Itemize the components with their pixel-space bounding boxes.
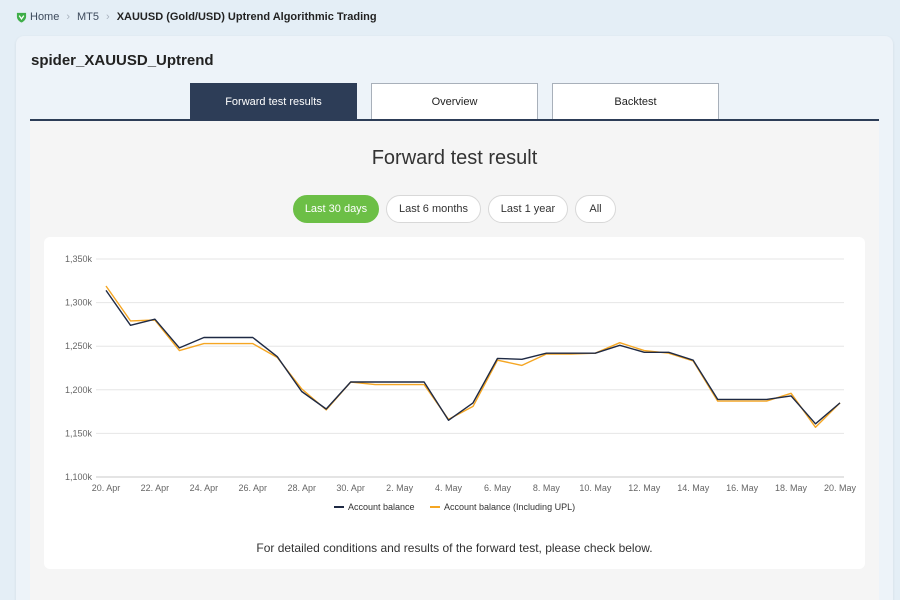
x-tick-label: 20. May <box>824 483 857 493</box>
x-tick-label: 2. May <box>386 483 414 493</box>
x-tick-label: 18. May <box>775 483 808 493</box>
breadcrumb-separator: › <box>66 11 71 23</box>
x-tick-label: 26. Apr <box>239 483 268 493</box>
tab-overview[interactable]: Overview <box>371 83 538 119</box>
x-tick-label: 30. Apr <box>336 483 365 493</box>
y-tick-label: 1,150k <box>65 428 93 438</box>
tab-forward-test-results[interactable]: Forward test results <box>190 83 357 119</box>
tab-backtest[interactable]: Backtest <box>552 83 719 119</box>
breadcrumb: Home › MT5 › XAUUSD (Gold/USD) Uptrend A… <box>16 9 377 25</box>
y-tick-label: 1,100k <box>65 472 93 482</box>
y-tick-label: 1,300k <box>65 298 93 308</box>
range-last-30-days-button[interactable]: Last 30 days <box>293 195 379 223</box>
x-tick-label: 22. Apr <box>141 483 170 493</box>
x-tick-label: 28. Apr <box>287 483 316 493</box>
legend-item-account-balance-upl: Account balance (Including UPL) <box>444 502 575 512</box>
breadcrumb-separator: › <box>106 11 110 23</box>
range-last-1-year-button[interactable]: Last 1 year <box>488 195 568 223</box>
x-tick-label: 6. May <box>484 483 512 493</box>
legend-item-account-balance: Account balance <box>348 502 415 512</box>
x-tick-label: 16. May <box>726 483 759 493</box>
range-all-button[interactable]: All <box>575 195 616 223</box>
breadcrumb-mt5-link[interactable]: MT5 <box>77 11 99 23</box>
breadcrumb-home-link[interactable]: Home <box>30 11 59 23</box>
range-last-6-months-button[interactable]: Last 6 months <box>386 195 481 223</box>
ea-title: spider_XAUUSD_Uptrend <box>31 52 214 69</box>
x-tick-label: 12. May <box>628 483 661 493</box>
x-tick-label: 4. May <box>435 483 463 493</box>
x-tick-label: 10. May <box>579 483 612 493</box>
section-title: Forward test result <box>371 147 538 169</box>
y-tick-label: 1,200k <box>65 385 93 395</box>
series-line-account-balance <box>105 289 841 425</box>
chart-container: 1,350k 1,300k 1,250k 1,200k 1,150k 1,100k 20. … <box>44 237 865 569</box>
y-tick-label: 1,250k <box>65 341 93 351</box>
shield-logo-icon <box>16 12 27 23</box>
x-tick-label: 20. Apr <box>92 483 121 493</box>
forward-test-panel: Forward test result Last 30 days Last 6 … <box>30 121 879 600</box>
x-tick-label: 8. May <box>533 483 561 493</box>
balance-line-chart: 1,350k1,300k1,250k1,200k1,150k1,100k20. … <box>65 254 857 512</box>
y-tick-label: 1,350k <box>65 254 93 264</box>
series-line-account-balance-upl <box>105 285 841 429</box>
x-tick-label: 14. May <box>677 483 710 493</box>
breadcrumb-current-page: XAUUSD (Gold/USD) Uptrend Algorithmic Tr… <box>116 11 377 23</box>
tab-bar: Forward test results Overview Backtest <box>16 83 893 120</box>
ea-detail-card: spider_XAUUSD_Uptrend Forward test resul… <box>16 36 893 600</box>
chart-footnote: For detailed conditions and results of t… <box>256 541 653 555</box>
x-tick-label: 24. Apr <box>190 483 219 493</box>
